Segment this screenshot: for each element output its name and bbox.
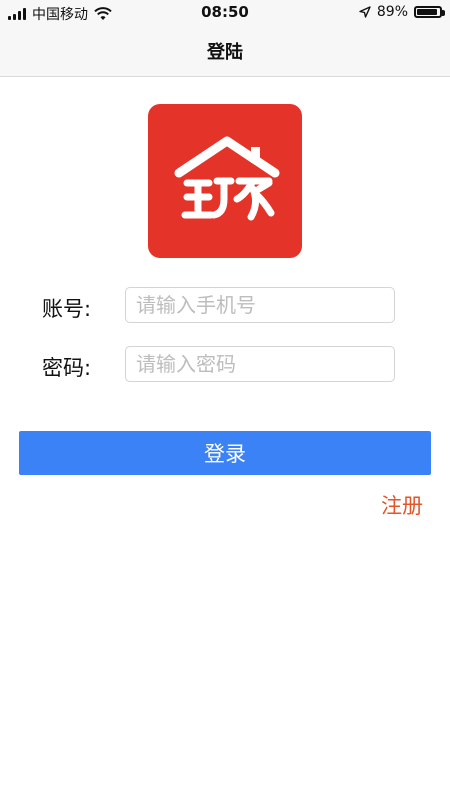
battery-level [417, 9, 437, 15]
nav-bar: 登陆 [0, 26, 450, 77]
battery-icon [414, 6, 445, 18]
password-label: 密码: [42, 356, 92, 380]
status-right: 89% [359, 4, 445, 20]
battery-percent: 89% [376, 4, 408, 20]
password-input[interactable] [125, 346, 395, 382]
page-title: 登陆 [207, 42, 243, 63]
account-label: 账号: [42, 297, 92, 321]
account-row: 账号: [0, 287, 450, 327]
account-input[interactable] [125, 287, 395, 323]
status-bar: 中国移动 08:50 89% [0, 0, 450, 26]
login-button[interactable]: 登录 [19, 431, 431, 475]
password-row: 密码: [0, 346, 450, 386]
register-link[interactable]: 注册 [381, 490, 423, 520]
house-logo-icon [174, 136, 280, 221]
app-logo [148, 104, 302, 258]
location-arrow-icon [359, 6, 371, 18]
